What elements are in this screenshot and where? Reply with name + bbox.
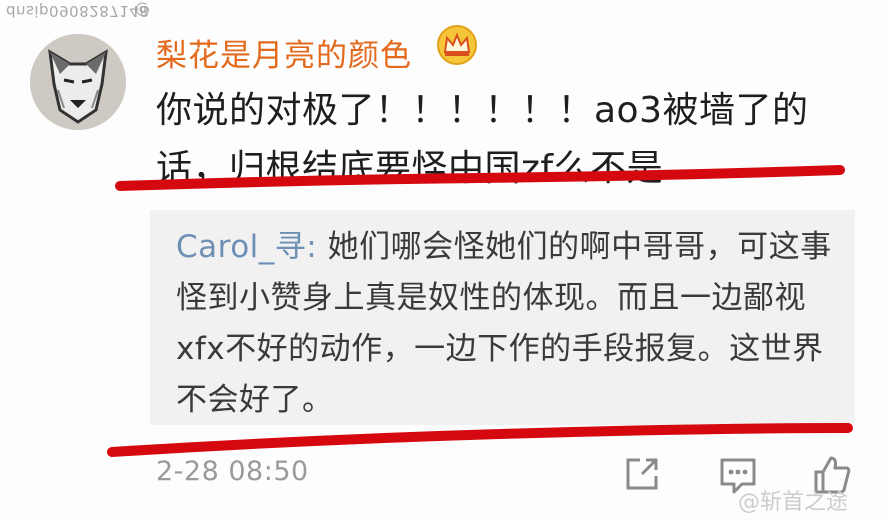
reply-separator: : — [306, 229, 328, 265]
watermark-bottom: @斩首之途 — [738, 490, 849, 515]
watermark-top: dnsip0908287148 — [6, 2, 150, 20]
watermark-at-symbol: @ — [135, 1, 150, 19]
reply-username[interactable]: Carol_寻 — [176, 229, 306, 265]
comment-username[interactable]: 梨花是月亮的颜色 — [156, 30, 412, 75]
reply-content: Carol_寻: 她们哪会怪她们的啊中哥哥，可这事怪到小赞身上真是奴性的体现。而… — [176, 222, 836, 426]
share-icon[interactable] — [620, 452, 664, 496]
crown-icon — [437, 25, 477, 65]
red-underline-2 — [107, 423, 853, 457]
comment-timestamp: 2-28 08:50 — [156, 456, 309, 487]
avatar[interactable] — [30, 34, 126, 130]
comment-content: 你说的对极了！！！！！！ao3被墙了的 话，归根结底要怪中国zf么不是 — [156, 82, 846, 198]
comment-line-2: 话，归根结底要怪中国zf么不是 — [156, 148, 664, 189]
comment-line-1: 你说的对极了！！！！！！ao3被墙了的 — [156, 90, 809, 131]
dog-avatar-icon — [30, 34, 126, 130]
